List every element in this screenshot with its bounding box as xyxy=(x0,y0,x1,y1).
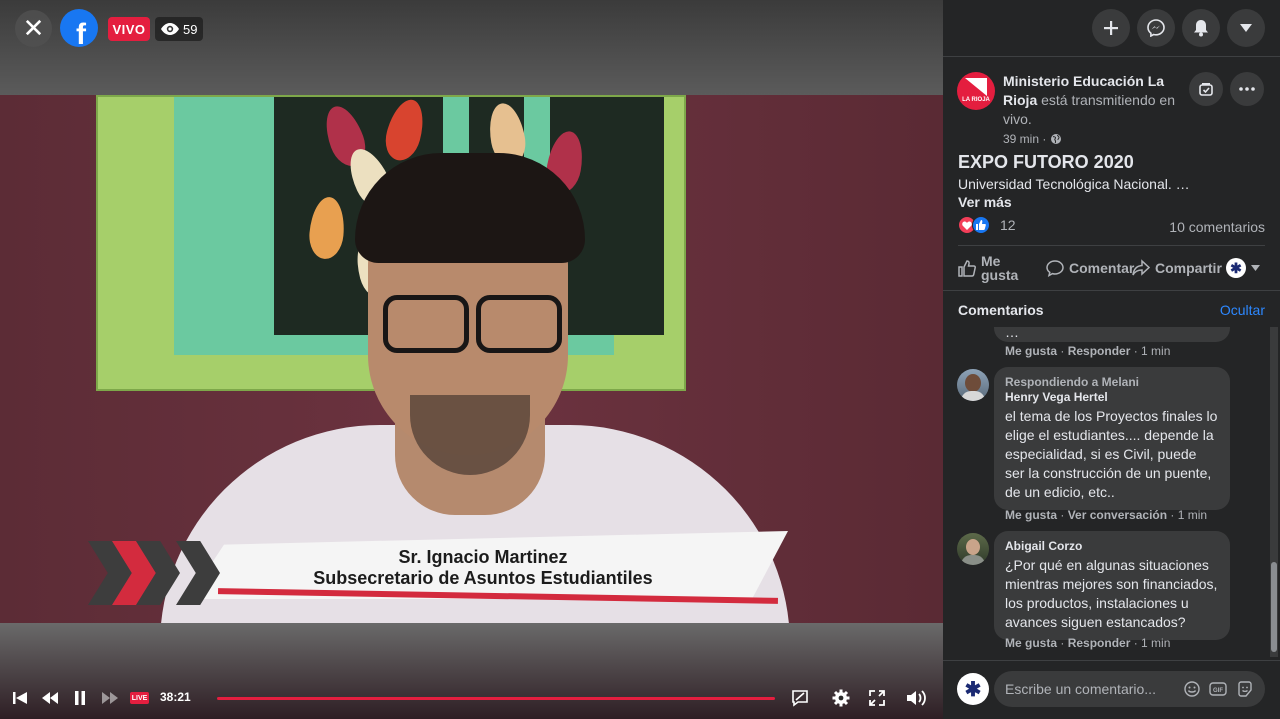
post-actions: Me gusta Comentar Compartir ✱ xyxy=(958,250,1265,286)
comment-composer: ✱ GIF xyxy=(943,660,1280,719)
top-navigation xyxy=(943,0,1280,57)
chevron-down-icon xyxy=(1251,265,1260,271)
emoji-icon[interactable] xyxy=(1183,680,1201,698)
share-as-selector[interactable]: ✱ xyxy=(1226,250,1260,286)
comment-meta: Me gusta · Responder · 1 min xyxy=(1005,344,1171,358)
comment-like-link[interactable]: Me gusta xyxy=(1005,508,1057,522)
comment-like-link[interactable]: Me gusta xyxy=(1005,344,1057,358)
eye-icon xyxy=(161,23,179,35)
replying-to-label: Respondiendo a Melani xyxy=(1005,375,1140,389)
messenger-icon[interactable] xyxy=(1137,9,1175,47)
elapsed-time: 38:21 xyxy=(160,690,191,704)
plus-icon[interactable] xyxy=(1092,9,1130,47)
rewind-icon[interactable] xyxy=(42,686,58,710)
commenter-avatar[interactable] xyxy=(957,533,989,565)
gif-icon[interactable]: GIF xyxy=(1209,680,1227,698)
viewer-count: 59 xyxy=(183,21,198,37)
comment-meta: Me gusta · Responder · 1 min xyxy=(1005,636,1171,650)
settings-gear-icon[interactable] xyxy=(831,686,851,710)
comment-text: ¿Por qué en algunas situaciones mientras… xyxy=(1005,557,1218,630)
more-options-icon[interactable] xyxy=(1230,72,1264,106)
viewer-count-badge: 59 xyxy=(155,17,204,41)
commenter-avatar[interactable] xyxy=(957,369,989,401)
reaction-summary[interactable]: 12 xyxy=(958,216,1016,234)
profile-avatar-icon: ✱ xyxy=(1226,258,1246,278)
post-title: EXPO FUTORO 2020 xyxy=(958,152,1134,172)
volume-icon[interactable] xyxy=(906,686,928,710)
comment-bubble-icon xyxy=(1046,260,1064,277)
close-icon[interactable]: ✕ xyxy=(15,10,52,47)
account-menu-icon[interactable] xyxy=(1227,9,1265,47)
comments-title: Comentarios xyxy=(958,302,1044,318)
comments-header: Comentarios Ocultar xyxy=(943,290,1280,327)
globe-icon xyxy=(1051,134,1062,144)
like-button[interactable]: Me gusta xyxy=(958,250,1021,286)
video-player[interactable]: Sr. Ignacio Martinez Subsecretario de As… xyxy=(0,0,943,719)
comment-bubble: Respondiendo a Melani Henry Vega Hertel … xyxy=(994,367,1230,510)
comment-button[interactable]: Comentar xyxy=(1046,250,1134,286)
svg-text:GIF: GIF xyxy=(1213,688,1223,694)
comment-text: el tema de los Proyectos finales lo elig… xyxy=(1005,408,1218,500)
reaction-count: 12 xyxy=(1000,217,1016,233)
live-badge: VIVO xyxy=(108,17,150,41)
speaker-title: Subsecretario de Asuntos Estudiantiles xyxy=(313,568,653,588)
avatar-text: LA RIOJA xyxy=(962,97,990,103)
hide-comments-link[interactable]: Ocultar xyxy=(1220,302,1265,318)
see-more-link[interactable]: Ver más xyxy=(958,194,1012,210)
lower-third-banner: Sr. Ignacio Martinez Subsecretario de As… xyxy=(88,531,793,611)
comment-reply-link[interactable]: Responder xyxy=(1068,636,1131,650)
view-conversation-link[interactable]: Ver conversación xyxy=(1068,508,1167,522)
comment-bubble: … xyxy=(994,327,1230,342)
comment-author[interactable]: Henry Vega Hertel xyxy=(1005,390,1219,405)
like-reaction-icon xyxy=(972,216,990,234)
speaker-name: Sr. Ignacio Martinez xyxy=(398,547,568,567)
fast-forward-icon[interactable] xyxy=(102,686,118,710)
pause-icon[interactable] xyxy=(72,686,88,710)
share-arrow-icon xyxy=(1132,259,1150,276)
sticker-icon[interactable] xyxy=(1236,680,1254,698)
thumbs-up-icon xyxy=(958,260,976,277)
comment-count[interactable]: 10 comentarios xyxy=(1169,219,1265,235)
save-post-icon[interactable] xyxy=(1189,72,1223,106)
skip-to-start-icon[interactable] xyxy=(12,686,28,710)
captions-off-icon[interactable] xyxy=(790,686,810,710)
progress-bar[interactable] xyxy=(217,697,775,700)
live-video-viewer: Sr. Ignacio Martinez Subsecretario de As… xyxy=(0,0,1280,719)
notifications-icon[interactable] xyxy=(1182,9,1220,47)
comments-list[interactable]: … Me gusta · Responder · 1 min Respondie… xyxy=(943,327,1280,657)
post-sidebar: LA RIOJA Ministerio Educación La Rioja e… xyxy=(943,0,1280,719)
facebook-logo-icon[interactable]: f xyxy=(60,9,98,47)
comment-reply-link[interactable]: Responder xyxy=(1068,344,1131,358)
comment-like-link[interactable]: Me gusta xyxy=(1005,636,1057,650)
scrollbar-thumb[interactable] xyxy=(1271,562,1277,652)
player-controls: LIVE 38:21 xyxy=(0,680,943,716)
page-avatar[interactable]: LA RIOJA xyxy=(957,72,995,110)
comment-author[interactable]: Abigail Corzo xyxy=(1005,539,1219,554)
fullscreen-icon[interactable] xyxy=(868,686,886,710)
comment-bubble: Abigail Corzo ¿Por qué en algunas situac… xyxy=(994,531,1230,640)
post-description: Universidad Tecnológica Nacional. … xyxy=(958,176,1190,192)
post-author-line: Ministerio Educación La Rioja está trans… xyxy=(1003,72,1183,129)
live-indicator[interactable]: LIVE xyxy=(130,692,149,704)
profile-avatar-icon[interactable]: ✱ xyxy=(957,673,989,705)
share-button[interactable]: Compartir xyxy=(1132,250,1222,286)
comment-meta: Me gusta · Ver conversación · 1 min xyxy=(1005,508,1208,522)
post-timestamp[interactable]: 39 min · xyxy=(1003,132,1062,146)
